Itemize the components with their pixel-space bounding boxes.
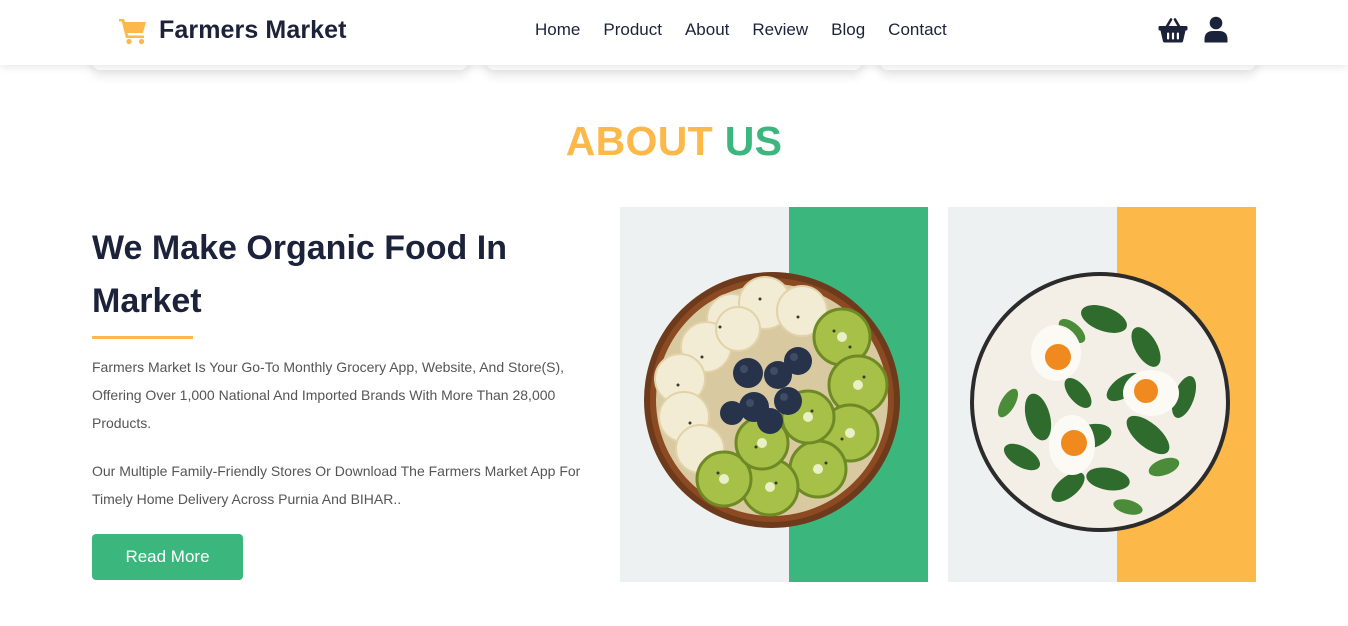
basket-icon[interactable] bbox=[1158, 17, 1188, 43]
about-headline: We Make Organic Food In Market bbox=[92, 229, 507, 320]
image-panel-1 bbox=[620, 207, 928, 582]
title-part-about: ABOUT bbox=[565, 118, 713, 164]
nav-product[interactable]: Product bbox=[603, 20, 662, 40]
brand-logo[interactable]: Farmers Market bbox=[118, 16, 347, 45]
about-paragraph-2: Our Multiple Family-Friendly Stores Or D… bbox=[92, 463, 581, 507]
main-nav: Home Product About Review Blog Contact bbox=[535, 20, 970, 40]
shopping-cart-icon bbox=[119, 18, 146, 44]
brand-name: Farmers Market bbox=[159, 16, 347, 44]
headline-underline bbox=[92, 336, 193, 339]
header-actions bbox=[1158, 16, 1228, 43]
read-more-button[interactable]: Read More bbox=[92, 534, 243, 580]
site-header: Farmers Market Home Product About Review… bbox=[0, 0, 1348, 65]
fruit-bowl-image bbox=[644, 272, 900, 528]
salad-bowl-image bbox=[970, 272, 1230, 532]
user-icon[interactable] bbox=[1204, 16, 1228, 43]
section-title: ABOUT US bbox=[0, 118, 1348, 165]
title-part-us: US bbox=[724, 118, 783, 164]
nav-blog[interactable]: Blog bbox=[831, 20, 865, 40]
about-content: We Make Organic Food In Market Farmers M… bbox=[92, 222, 592, 580]
nav-home[interactable]: Home bbox=[535, 20, 580, 40]
nav-about[interactable]: About bbox=[685, 20, 729, 40]
nav-contact[interactable]: Contact bbox=[888, 20, 947, 40]
nav-review[interactable]: Review bbox=[752, 20, 808, 40]
about-paragraph-1: Farmers Market Is Your Go-To Monthly Gro… bbox=[92, 359, 565, 431]
image-panel-2 bbox=[948, 207, 1256, 582]
